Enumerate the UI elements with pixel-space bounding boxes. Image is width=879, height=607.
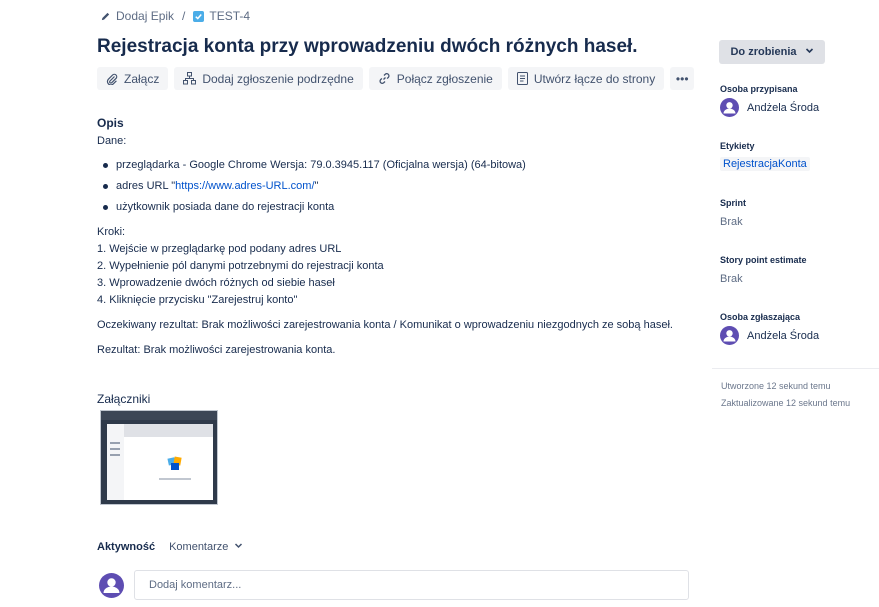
steps-list: 1. Wejście w przeglądarkę pod podany adr…	[97, 241, 384, 309]
step-item: 2. Wypełnienie pól danymi potrzebnymi do…	[97, 260, 384, 272]
breadcrumb-issue[interactable]: TEST-4	[193, 9, 250, 23]
label-tag[interactable]: RejestracjaKonta	[720, 157, 810, 171]
thumbnail-caption	[159, 478, 191, 480]
breadcrumb-epic-label: Dodaj Epik	[116, 9, 175, 23]
issue-toolbar: Załącz Dodaj zgłoszenie podrzędne Połącz…	[97, 67, 695, 90]
description-heading: Opis	[97, 116, 124, 130]
avatar	[720, 326, 739, 345]
thumbnail-line	[110, 448, 120, 450]
step-item: 4. Kliknięcie przycisku "Zarejestruj kon…	[97, 294, 298, 306]
reporter-field[interactable]: Andżela Środa	[720, 326, 819, 345]
hierarchy-icon	[183, 72, 197, 85]
pencil-icon	[100, 11, 111, 22]
breadcrumb-epic[interactable]: Dodaj Epik	[100, 9, 174, 23]
paperclip-icon	[106, 73, 118, 85]
activity-filter-label: Komentarze	[169, 541, 229, 553]
attach-label: Załącz	[124, 71, 160, 86]
breadcrumb: Dodaj Epik / TEST-4	[100, 9, 250, 23]
sprint-label: Sprint	[720, 198, 746, 208]
list-item-text: użytkownik posiada dane do rejestracji k…	[116, 201, 335, 213]
expected-result: Oczekiwany rezultat: Brak możliwości zar…	[97, 319, 673, 331]
add-child-issue-label: Dodaj zgłoszenie podrzędne	[202, 71, 354, 86]
task-checkbox-icon	[193, 10, 205, 22]
list-item-suffix: "	[314, 180, 319, 192]
thumbnail-browser-bar	[101, 411, 217, 420]
list-item-prefix: adres URL "	[116, 180, 176, 192]
actual-result: Rezultat: Brak możliwości zarejestrowani…	[97, 344, 336, 356]
reporter-name: Andżela Środa	[747, 329, 820, 342]
thumbnail-line	[110, 442, 120, 444]
more-actions-button[interactable]: •••	[670, 67, 695, 90]
link-icon	[378, 72, 391, 85]
attachments-heading: Załączniki	[97, 392, 151, 406]
step-item: 1. Wejście w przeglądarkę pod podany adr…	[97, 243, 342, 255]
avatar	[99, 573, 124, 598]
more-icon: •••	[675, 71, 689, 86]
sprint-value[interactable]: Brak	[720, 216, 743, 228]
step-item: 3. Wprowadzenie dwóch różnych od siebie …	[97, 277, 335, 289]
description-list: przeglądarka - Google Chrome Wersja: 79.…	[102, 157, 526, 220]
list-item: użytkownik posiada dane do rejestracji k…	[102, 199, 526, 220]
add-child-issue-button[interactable]: Dodaj zgłoszenie podrzędne	[174, 67, 363, 90]
issue-title[interactable]: Rejestracja konta przy wprowadzeniu dwóc…	[97, 36, 638, 58]
breadcrumb-separator: /	[182, 9, 186, 23]
activity-heading: Aktywność	[97, 541, 156, 553]
description-intro: Dane:	[97, 135, 127, 147]
page-icon	[516, 72, 528, 85]
assignee-label: Osoba przypisana	[720, 84, 798, 94]
story-points-value[interactable]: Brak	[720, 273, 743, 285]
create-page-link-button[interactable]: Utwórz łącze do strony	[507, 67, 665, 90]
thumbnail-window	[107, 424, 213, 500]
updated-timestamp: Zaktualizowane 12 sekund temu	[721, 398, 851, 408]
activity-bar: Aktywność Komentarze	[97, 541, 243, 553]
thumbnail-logo-icon	[166, 454, 184, 472]
thumbnail-header	[124, 424, 213, 437]
steps-heading: Kroki:	[97, 226, 126, 238]
sidebar-divider	[712, 368, 879, 369]
breadcrumb-issue-key: TEST-4	[209, 9, 251, 23]
avatar	[720, 98, 739, 117]
status-dropdown-button[interactable]: Do zrobienia	[719, 40, 825, 64]
assignee-field[interactable]: Andżela Środa	[720, 98, 819, 117]
link-issue-button[interactable]: Połącz zgłoszenie	[368, 67, 502, 90]
activity-filter-dropdown[interactable]: Komentarze	[169, 541, 243, 553]
created-timestamp: Utworzone 12 sekund temu	[721, 381, 831, 391]
attachment-thumbnail[interactable]	[100, 410, 218, 505]
comment-input[interactable]	[134, 570, 689, 600]
url-link[interactable]: https://www.adres-URL.com/	[175, 180, 314, 192]
labels-label: Etykiety	[720, 141, 755, 151]
status-label: Do zrobienia	[730, 46, 797, 58]
attach-button[interactable]: Załącz	[97, 67, 169, 90]
chevron-down-icon	[805, 46, 814, 58]
thumbnail-sidebar	[107, 424, 124, 500]
chevron-down-icon	[234, 541, 243, 553]
thumbnail-line	[110, 454, 120, 456]
list-item-text: przeglądarka - Google Chrome Wersja: 79.…	[116, 159, 526, 171]
link-issue-label: Połącz zgłoszenie	[396, 71, 493, 86]
create-page-link-label: Utwórz łącze do strony	[533, 71, 656, 86]
assignee-name: Andżela Środa	[747, 101, 820, 114]
reporter-label: Osoba zgłaszająca	[720, 312, 801, 322]
story-points-label: Story point estimate	[720, 255, 807, 265]
list-item: przeglądarka - Google Chrome Wersja: 79.…	[102, 157, 526, 178]
list-item: adres URL "https://www.adres-URL.com/"	[102, 178, 526, 199]
